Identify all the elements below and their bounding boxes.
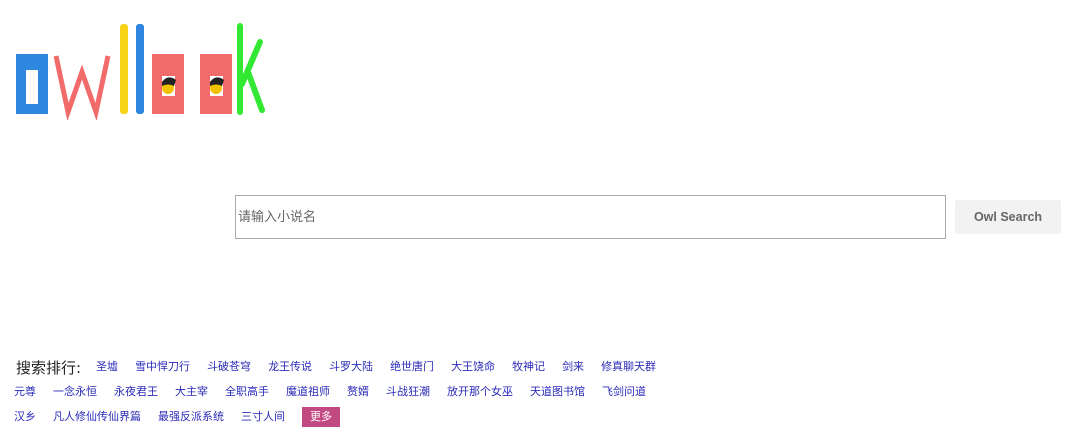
ranking-link[interactable]: 斗破苍穹 [207, 358, 251, 376]
ranking-link[interactable]: 斗战狂潮 [386, 383, 430, 401]
ranking-link[interactable]: 飞剑问道 [602, 383, 646, 401]
ranking-link[interactable]: 永夜君王 [114, 383, 158, 401]
owl-search-button[interactable]: Owl Search [955, 200, 1061, 234]
logo-letter-l-yellow [120, 24, 128, 114]
ranking-link[interactable]: 汉乡 [14, 408, 36, 426]
ranking-link[interactable]: 魔道祖师 [286, 383, 330, 401]
ranking-link[interactable]: 三寸人间 [241, 408, 285, 426]
ranking-link[interactable]: 大王饶命 [451, 358, 495, 376]
ranking-link[interactable]: 天道图书馆 [530, 383, 585, 401]
more-button[interactable]: 更多 [302, 407, 340, 427]
ranking-link[interactable]: 修真聊天群 [601, 358, 656, 376]
ranking-row-3: 汉乡 凡人修仙传仙界篇 最强反派系统 三寸人间 更多 [14, 406, 1074, 428]
ranking-row-1: 搜索排行: 圣墟 雪中悍刀行 斗破苍穹 龙王传说 斗罗大陆 绝世唐门 大王饶命 … [14, 356, 1074, 378]
ranking-link[interactable]: 赘婿 [347, 383, 369, 401]
ranking-title: 搜索排行: [16, 358, 82, 377]
logo-letter-l-blue [136, 24, 144, 114]
ranking-link[interactable]: 一念永恒 [53, 383, 97, 401]
logo-graphic [16, 23, 265, 120]
ranking-link[interactable]: 绝世唐门 [390, 358, 434, 376]
logo-letter-w [53, 55, 111, 120]
ranking-link[interactable]: 龙王传说 [268, 358, 312, 376]
ranking-link[interactable]: 牧神记 [512, 358, 545, 376]
ranking-row-2: 元尊 一念永恒 永夜君王 大主宰 全职高手 魔道祖师 赘婿 斗战狂潮 放开那个女… [14, 381, 1074, 403]
ranking-link[interactable]: 剑来 [562, 358, 584, 376]
ranking-link[interactable]: 凡人修仙传仙界篇 [53, 408, 141, 426]
ranking-link[interactable]: 元尊 [14, 383, 36, 401]
search-input[interactable] [235, 195, 946, 239]
logo-letter-k [237, 23, 265, 115]
ranking-link[interactable]: 最强反派系统 [158, 408, 224, 426]
ranking-link[interactable]: 圣墟 [96, 358, 118, 376]
ranking-link[interactable]: 大主宰 [175, 383, 208, 401]
page: Owl Search 搜索排行: 圣墟 雪中悍刀行 斗破苍穹 龙王传说 斗罗大陆… [0, 0, 1080, 448]
ranking-link[interactable]: 全职高手 [225, 383, 269, 401]
ranking-link[interactable]: 放开那个女巫 [447, 383, 513, 401]
search-ranking: 搜索排行: 圣墟 雪中悍刀行 斗破苍穹 龙王传说 斗罗大陆 绝世唐门 大王饶命 … [14, 356, 1074, 431]
ranking-link[interactable]: 斗罗大陆 [329, 358, 373, 376]
owllook-logo[interactable] [16, 20, 276, 120]
ranking-link[interactable]: 雪中悍刀行 [135, 358, 190, 376]
